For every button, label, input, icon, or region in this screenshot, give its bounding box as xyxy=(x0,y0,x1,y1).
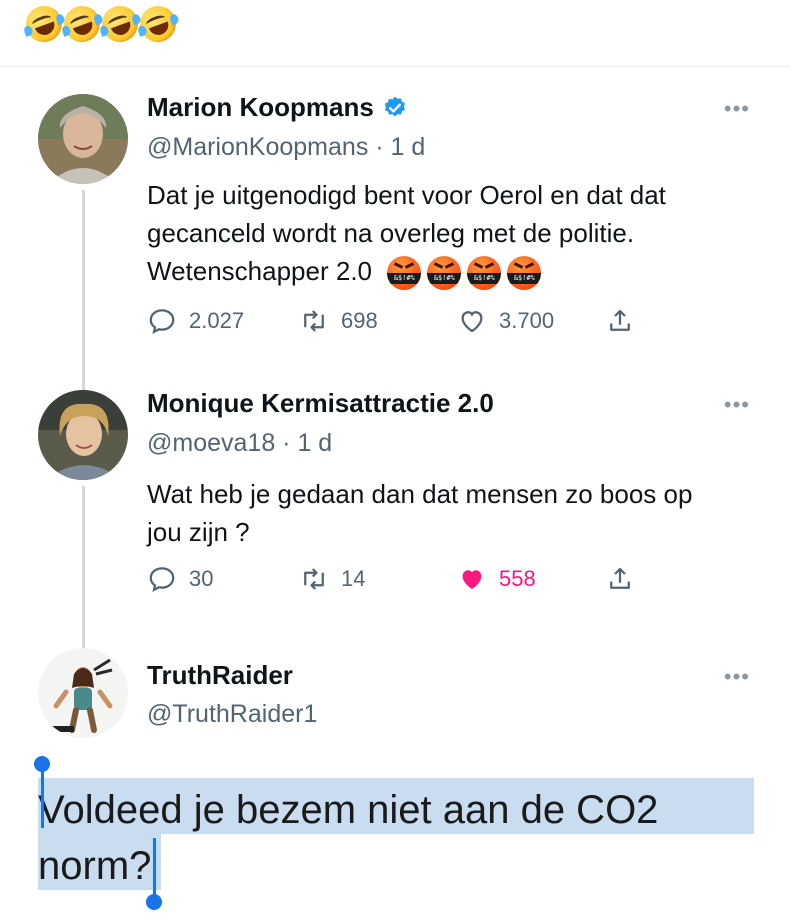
reply-count: 30 xyxy=(189,566,214,591)
rofl-emoji-icon xyxy=(58,0,106,48)
divider xyxy=(0,66,790,67)
tweet-text: Dat je uitgenodigd bent voor Oerol en da… xyxy=(147,176,727,291)
display-name-text: Monique Kermisattractie 2.0 xyxy=(147,388,494,418)
display-name[interactable]: Monique Kermisattractie 2.0 xyxy=(147,388,494,419)
more-options-icon[interactable]: ••• xyxy=(724,664,750,690)
display-name-text: Marion Koopmans xyxy=(147,92,374,122)
angry-emoji-row: &$!#% &$!#% &$!#% &$!#% xyxy=(387,256,542,291)
angry-cursing-emoji-icon: &$!#% xyxy=(427,256,462,291)
reply-button[interactable]: 30 xyxy=(147,564,213,594)
more-options-icon[interactable]: ••• xyxy=(724,392,750,418)
selection-start-handle[interactable] xyxy=(34,756,50,772)
more-options-icon[interactable]: ••• xyxy=(724,96,750,122)
like-count: 558 xyxy=(499,566,536,591)
reply-icon xyxy=(149,309,175,334)
thread-connector xyxy=(82,190,85,390)
rofl-emoji-icon xyxy=(134,0,182,48)
share-button[interactable] xyxy=(605,306,635,336)
angry-cursing-emoji-icon: &$!#% xyxy=(507,256,542,291)
rofl-emoji-icon xyxy=(96,0,144,48)
heart-filled-icon xyxy=(462,570,482,589)
selection-caret xyxy=(153,838,156,896)
avatar[interactable] xyxy=(38,94,128,184)
tweet-text-content: Wat heb je gedaan dan dat mensen zo boos… xyxy=(147,479,693,547)
retweet-count: 698 xyxy=(341,308,378,333)
share-icon xyxy=(610,309,630,331)
share-icon xyxy=(610,567,630,589)
handle-timestamp[interactable]: @moeva18 · 1 d xyxy=(147,429,332,458)
heart-outline-icon xyxy=(461,311,483,333)
handle-timestamp[interactable]: @MarionKoopmans · 1 d xyxy=(147,133,425,162)
handle-timestamp[interactable]: @TruthRaider1 xyxy=(147,700,317,729)
display-name[interactable]: TruthRaider xyxy=(147,660,293,691)
tweet-text: Wat heb je gedaan dan dat mensen zo boos… xyxy=(147,475,727,551)
angry-cursing-emoji-icon: &$!#% xyxy=(467,256,502,291)
like-button[interactable]: 558 xyxy=(457,564,536,594)
rofl-emoji-icon xyxy=(20,0,68,48)
tweet-actions: 30 14 558 xyxy=(147,564,687,600)
reply-icon xyxy=(149,567,175,592)
share-button[interactable] xyxy=(605,564,635,594)
top-emoji-row xyxy=(20,0,182,48)
selection-caret xyxy=(41,770,44,828)
avatar[interactable] xyxy=(38,390,128,480)
tweet-text-content: Voldeed je bezem niet aan de CO2 norm? xyxy=(38,788,659,888)
retweet-button[interactable]: 14 xyxy=(299,564,365,594)
display-name-text: TruthRaider xyxy=(147,660,293,690)
reply-count: 2.027 xyxy=(189,308,245,333)
verified-badge-icon xyxy=(384,96,405,116)
retweet-count: 14 xyxy=(341,566,366,591)
angry-cursing-emoji-icon: &$!#% xyxy=(387,256,422,291)
selected-tweet-text[interactable]: Voldeed je bezem niet aan de CO2 norm? xyxy=(34,778,754,898)
like-count: 3.700 xyxy=(499,308,555,333)
like-button[interactable]: 3.700 xyxy=(457,306,554,336)
retweet-icon xyxy=(304,568,324,590)
display-name[interactable]: Marion Koopmans xyxy=(147,92,408,123)
selection-end-handle[interactable] xyxy=(146,894,162,910)
avatar[interactable] xyxy=(38,648,128,738)
tweet-actions: 2.027 698 3.700 xyxy=(147,306,687,342)
retweet-icon xyxy=(304,310,324,332)
reply-button[interactable]: 2.027 xyxy=(147,306,244,336)
retweet-button[interactable]: 698 xyxy=(299,306,378,336)
thread-connector xyxy=(82,486,85,648)
